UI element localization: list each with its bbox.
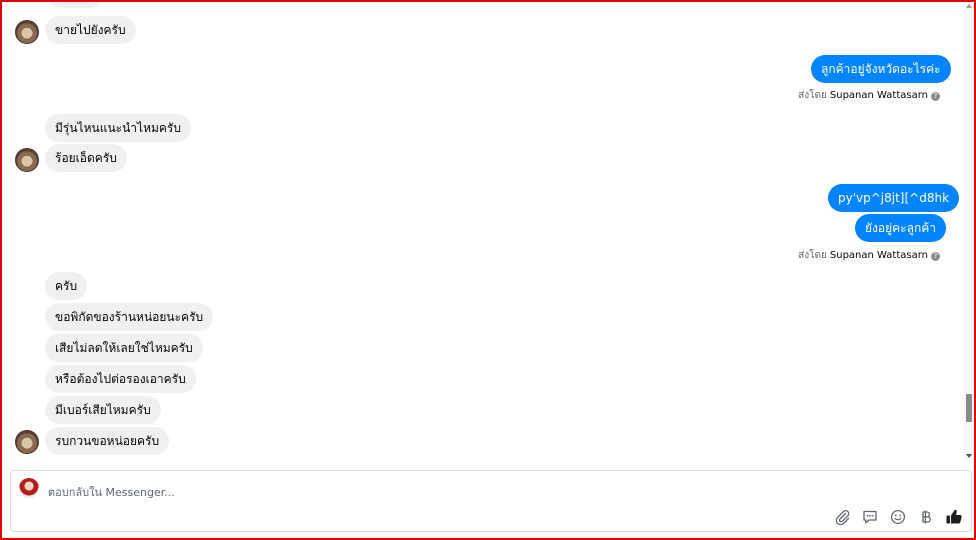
contact-avatar[interactable] [15, 430, 39, 454]
sent-by-label: ส่งโดย Supanan Wattasarn? [798, 248, 940, 263]
message-bubble-incoming: ขายไปยังครับ [45, 16, 136, 44]
message-bubble-outgoing: ยังอยู่คะลูกค้า [855, 214, 946, 242]
sent-by-prefix: ส่งโดย [798, 250, 827, 261]
sent-by-label: ส่งโดย Supanan Wattasarn? [798, 88, 940, 103]
contact-avatar[interactable] [15, 20, 39, 44]
message-bubble-incoming: ร้อยเอ็ดครับ [45, 144, 127, 172]
contact-avatar[interactable] [15, 148, 39, 172]
scrollbar-thumb[interactable] [966, 394, 972, 422]
message-bubble-outgoing: ลูกค้าอยู่จังหวัดอะไรค่ะ [811, 55, 951, 83]
baht-payment-icon[interactable] [917, 508, 935, 526]
saved-reply-icon[interactable] [861, 508, 879, 526]
scrollbar[interactable] [964, 2, 974, 460]
reply-input[interactable]: ตอบกลับใน Messenger... [48, 483, 175, 501]
help-icon[interactable]: ? [931, 252, 940, 261]
sent-by-name: Supanan Wattasarn [829, 250, 928, 261]
composer-toolbar [833, 507, 963, 527]
message-bubble-outgoing: py'vp^j8jt][^d8hk [828, 184, 960, 212]
message-bubble-incoming: เสียไม่ลดให้เลยใช่ไหมครับ [45, 334, 203, 362]
help-icon[interactable]: ? [931, 92, 940, 101]
message-bubble-incoming: หรือต้องไปต่อรองเอาครับ [45, 365, 196, 393]
message-bubble-partial [47, 2, 103, 8]
scroll-up-arrow-icon[interactable] [966, 4, 972, 8]
emoji-icon[interactable] [889, 508, 907, 526]
message-bubble-incoming: มีรุ่นไหนแนะนำไหมครับ [45, 114, 191, 142]
message-bubble-incoming: ครับ [45, 272, 88, 300]
reply-composer[interactable]: ตอบกลับใน Messenger... [10, 470, 972, 532]
thumbs-up-icon[interactable] [945, 508, 963, 526]
sent-by-name: Supanan Wattasarn [829, 90, 928, 101]
scroll-down-arrow-icon[interactable] [966, 454, 972, 458]
sent-by-prefix: ส่งโดย [798, 90, 827, 101]
user-avatar [19, 478, 39, 498]
message-bubble-incoming: รบกวนขอหน่อยครับ [45, 427, 170, 455]
message-thread: ขายไปยังครับ ลูกค้าอยู่จังหวัดอะไรค่ะ ส่… [2, 2, 964, 460]
message-bubble-incoming: ขอพิกัดของร้านหน่อยนะครับ [45, 303, 214, 331]
message-bubble-incoming: มีเบอร์เสียไหมครับ [45, 396, 161, 424]
attachment-icon[interactable] [833, 508, 851, 526]
